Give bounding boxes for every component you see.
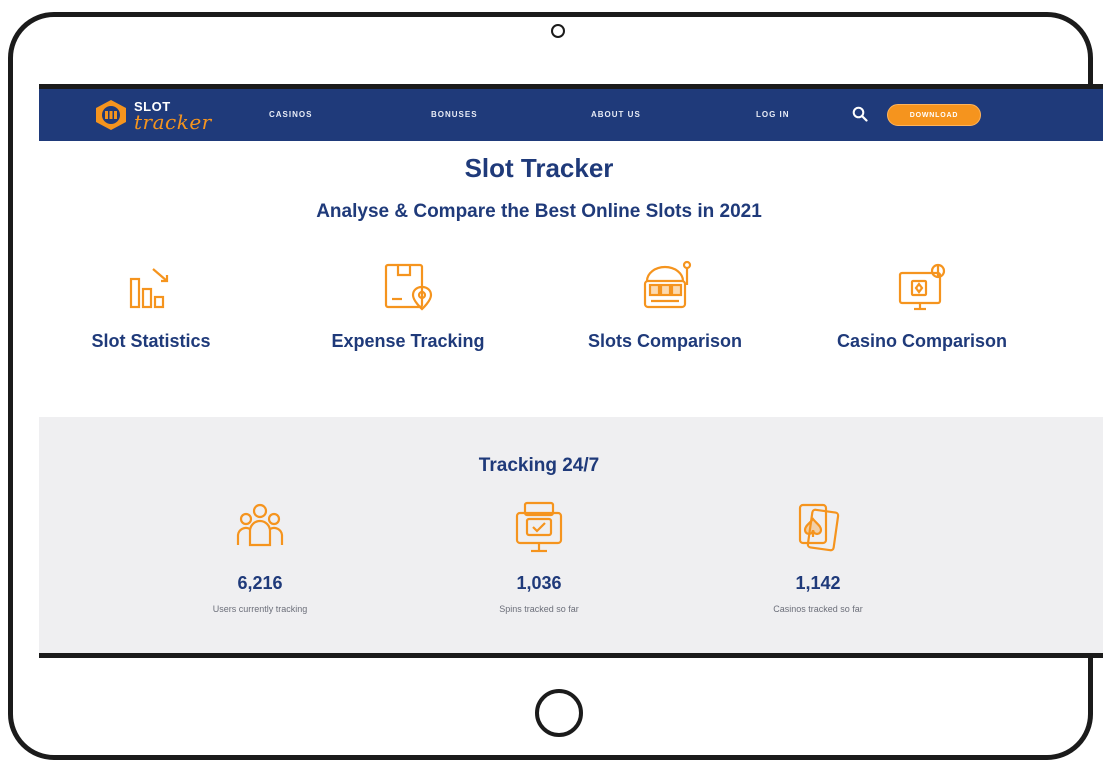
feature-label: Expense Tracking	[331, 331, 485, 351]
nav-link-about-us[interactable]: ABOUT US	[591, 110, 641, 119]
monitor-icon	[515, 501, 563, 553]
feature-expense-tracking[interactable]: Expense Tracking	[298, 259, 518, 352]
feature-slot-statistics[interactable]: Slot Statistics	[41, 259, 261, 352]
casino-screen-icon	[898, 263, 946, 311]
screen: SLOT tracker CASINOS BONUSES ABOUT US LO…	[39, 84, 1103, 658]
top-nav: SLOT tracker CASINOS BONUSES ABOUT US LO…	[39, 89, 1103, 141]
stat-label: Spins tracked so far	[499, 604, 579, 614]
feature-label: Casino Comparison	[836, 331, 1008, 351]
nav-link-log-in[interactable]: LOG IN	[756, 110, 790, 119]
page-title: Slot Tracker	[464, 153, 614, 183]
tracking-section: Tracking 24/7 6,216 Users currently trac…	[39, 417, 1103, 653]
logo[interactable]: SLOT tracker	[94, 97, 224, 134]
download-button[interactable]: DOWNLOAD	[887, 104, 981, 126]
logo-text-tracker: tracker	[134, 110, 212, 134]
nav-link-casinos[interactable]: CASINOS	[269, 110, 312, 119]
stat-casinos: 1,142 Casinos tracked so far	[718, 499, 918, 614]
logo-badge-icon	[96, 100, 126, 130]
stat-label: Casinos tracked so far	[773, 604, 863, 614]
stat-value: 1,142	[795, 573, 841, 593]
stat-spins: 1,036 Spins tracked so far	[439, 499, 639, 614]
slot-machine-icon	[643, 260, 692, 309]
stat-label: Users currently tracking	[212, 604, 308, 614]
bar-chart-icon	[129, 268, 169, 309]
feature-label: Slot Statistics	[91, 331, 211, 351]
stat-value: 1,036	[516, 573, 562, 593]
camera-icon	[551, 24, 565, 38]
users-group-icon	[236, 503, 284, 547]
playing-cards-icon	[798, 503, 840, 552]
stat-value: 6,216	[237, 573, 283, 593]
feature-casino-comparison[interactable]: Casino Comparison	[812, 259, 1032, 352]
document-location-icon	[384, 263, 433, 311]
feature-slots-comparison[interactable]: Slots Comparison	[555, 259, 775, 352]
home-button[interactable]	[535, 689, 583, 737]
page-subtitle: Analyse & Compare the Best Online Slots …	[316, 201, 762, 222]
search-icon[interactable]	[852, 106, 868, 122]
feature-label: Slots Comparison	[587, 331, 743, 351]
section-title: Tracking 24/7	[478, 455, 600, 476]
stat-users: 6,216 Users currently tracking	[160, 499, 360, 614]
nav-link-bonuses[interactable]: BONUSES	[431, 110, 478, 119]
